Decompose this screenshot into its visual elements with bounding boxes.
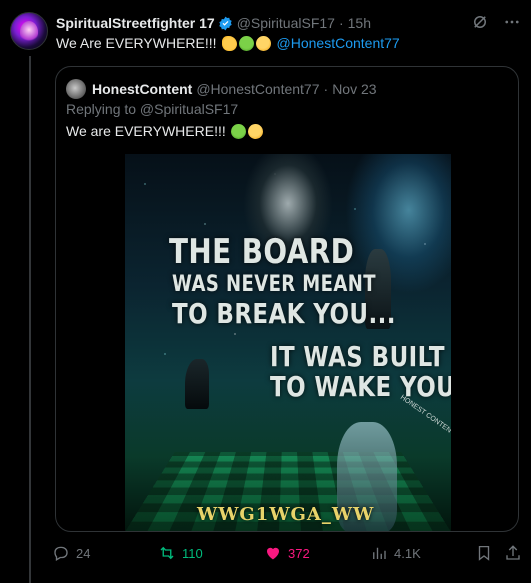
heart-icon (267, 547, 279, 560)
repost-icon (160, 546, 174, 560)
share-button[interactable] (504, 542, 522, 564)
views-icon (373, 547, 386, 559)
more-options-icon[interactable] (503, 13, 521, 31)
quote-body: We are EVERYWHERE!!! (66, 123, 226, 139)
frog-emoji-icon (230, 123, 246, 139)
poster-line-3: TO BREAK YOU... (172, 297, 396, 330)
tweet-text: We Are EVERYWHERE!!! @HonestContent77 (56, 35, 400, 51)
avatar[interactable] (10, 12, 48, 50)
share-icon (506, 545, 520, 560)
tweet-body: We Are EVERYWHERE!!! (56, 35, 217, 51)
reply-button[interactable]: 24 (52, 542, 90, 564)
reply-count: 24 (76, 545, 91, 561)
views-count: 4.1K (394, 545, 421, 561)
timestamp[interactable]: 15h (348, 15, 371, 31)
poster-image[interactable]: THE BOARD WAS NEVER MEANT TO BREAK YOU..… (125, 154, 451, 531)
repost-count: 110 (182, 545, 203, 561)
frog-emoji-icon (238, 35, 254, 51)
thread-line (29, 56, 31, 583)
like-button[interactable]: 372 (264, 542, 310, 564)
repost-button[interactable]: 110 (158, 542, 203, 564)
replying-to: Replying to @SpiritualSF17 (66, 101, 239, 117)
quote-handle[interactable]: @HonestContent77 (196, 81, 319, 97)
poster-line-4: IT WAS BUILT (270, 340, 445, 373)
header-icons (471, 13, 521, 31)
quote-display-name[interactable]: HonestContent (92, 81, 192, 97)
bookmark-button[interactable] (475, 542, 493, 564)
like-count: 372 (288, 545, 310, 561)
poster-line-5: TO WAKE YOU. (270, 370, 451, 403)
grok-icon[interactable] (471, 13, 489, 31)
display-name[interactable]: SpiritualStreetfighter 17 (56, 15, 215, 31)
quoted-tweet-card[interactable]: HonestContent @HonestContent77 · Nov 23 … (55, 66, 519, 532)
verified-badge-icon (219, 16, 232, 30)
quote-date[interactable]: Nov 23 (332, 81, 376, 97)
mention-link[interactable]: @HonestContent77 (277, 35, 400, 51)
views-button[interactable]: 4.1K (370, 542, 421, 564)
poster-footer: WWG1WGA_WW (197, 504, 375, 525)
action-bar: 24 110 372 4.1K (52, 542, 522, 564)
separator-dot: · (323, 81, 329, 97)
shushing-face-emoji-icon (247, 123, 263, 139)
tweet-header: SpiritualStreetfighter 17 @SpiritualSF17… (56, 13, 521, 33)
poster-line-1: THE BOARD (169, 232, 355, 272)
shushing-face-emoji-icon (255, 35, 271, 51)
chess-knight-image (185, 359, 209, 409)
quote-header: HonestContent @HonestContent77 · Nov 23 (66, 79, 377, 99)
poster-line-2: WAS NEVER MEANT (172, 272, 377, 297)
quote-text: We are EVERYWHERE!!! (66, 123, 263, 139)
separator-dot: · (338, 15, 344, 31)
handle[interactable]: @SpiritualSF17 (237, 15, 335, 31)
quote-avatar[interactable] (66, 79, 86, 99)
bookmark-icon (478, 545, 490, 561)
reply-icon (54, 546, 68, 561)
flexed-biceps-emoji-icon (221, 35, 237, 51)
